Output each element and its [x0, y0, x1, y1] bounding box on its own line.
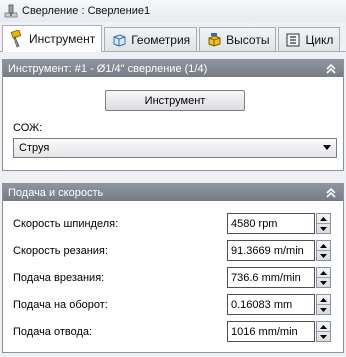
- tool-panel-title: Инструмент: #1 - Ø1/4" сверление (1/4): [8, 62, 208, 75]
- tab-heights[interactable]: Высоты: [199, 27, 277, 51]
- plunge-feed-row: Подача врезания: 736.6 mm/min: [13, 267, 335, 289]
- cutting-speed-row: Скорость резания: 91.3669 m/min: [13, 240, 335, 262]
- spin-down-icon[interactable]: [317, 332, 330, 341]
- collapse-double-chevron-icon[interactable]: [323, 61, 339, 77]
- plunge-feed-spinner[interactable]: [316, 267, 331, 288]
- tab-tool[interactable]: Инструмент: [2, 25, 103, 52]
- tab-bar: Инструмент Геометрия Высоты Цикл: [0, 24, 346, 52]
- cycle-list-icon: [286, 33, 300, 46]
- spindle-speed-input[interactable]: 4580 rpm: [227, 213, 315, 234]
- coolant-dropdown[interactable]: Струя: [13, 138, 337, 158]
- retract-feed-label: Подача отвода:: [13, 326, 93, 338]
- coolant-selected-value: Струя: [19, 142, 50, 154]
- spin-down-icon[interactable]: [317, 278, 330, 287]
- chevron-down-icon: [323, 145, 331, 150]
- spin-down-icon[interactable]: [317, 224, 330, 233]
- feed-panel-header[interactable]: Подача и скорость: [3, 184, 343, 201]
- drill-tool-icon: [10, 30, 22, 48]
- spin-up-icon[interactable]: [317, 268, 330, 278]
- feed-per-rev-row: Подача на оборот: 0.16083 mm: [13, 294, 335, 316]
- collapse-double-chevron-icon[interactable]: [323, 185, 339, 201]
- retract-feed-spinner[interactable]: [316, 321, 331, 342]
- geometry-cube-icon: [113, 33, 126, 47]
- heights-cube-icon: [208, 32, 221, 47]
- spin-down-icon[interactable]: [317, 305, 330, 314]
- feed-per-rev-spinner[interactable]: [316, 294, 331, 315]
- feed-panel-title: Подача и скорость: [8, 186, 104, 199]
- tab-heights-label: Высоты: [226, 32, 270, 47]
- retract-feed-input[interactable]: 1016 mm/min: [227, 321, 315, 342]
- cutting-speed-input[interactable]: 91.3669 m/min: [227, 240, 315, 261]
- feed-per-rev-input[interactable]: 0.16083 mm: [227, 294, 315, 315]
- tab-tool-label: Инструмент: [29, 32, 96, 46]
- window-title-bar: Сверление : Сверление1: [0, 0, 346, 22]
- spindle-speed-label: Скорость шпинделя:: [13, 218, 119, 230]
- spin-up-icon[interactable]: [317, 241, 330, 251]
- cutting-speed-spinner[interactable]: [316, 240, 331, 261]
- tool-panel: Инструмент: #1 - Ø1/4" сверление (1/4) И…: [2, 59, 344, 171]
- retract-feed-row: Подача отвода: 1016 mm/min: [13, 321, 335, 343]
- spin-up-icon[interactable]: [317, 295, 330, 305]
- tab-geometry-label: Геометрия: [131, 32, 191, 47]
- tab-cycle-label: Цикл: [305, 32, 334, 47]
- spindle-speed-row: Скорость шпинделя: 4580 rpm: [13, 213, 335, 235]
- tool-panel-header[interactable]: Инструмент: #1 - Ø1/4" сверление (1/4): [3, 60, 343, 77]
- plunge-feed-input[interactable]: 736.6 mm/min: [227, 267, 315, 288]
- tab-cycle[interactable]: Цикл: [278, 27, 341, 51]
- window-title: Сверление : Сверление1: [22, 5, 151, 17]
- coolant-label: СОЖ:: [13, 122, 43, 134]
- drill-operation-icon: [4, 4, 18, 18]
- spin-up-icon[interactable]: [317, 322, 330, 332]
- spin-up-icon[interactable]: [317, 214, 330, 224]
- spin-down-icon[interactable]: [317, 251, 330, 260]
- select-tool-button[interactable]: Инструмент: [105, 90, 245, 111]
- feed-per-rev-label: Подача на оборот:: [13, 299, 108, 311]
- cutting-speed-label: Скорость резания:: [13, 245, 108, 257]
- plunge-feed-label: Подача врезания:: [13, 272, 105, 284]
- tab-geometry[interactable]: Геометрия: [104, 27, 198, 51]
- spindle-speed-spinner[interactable]: [316, 213, 331, 234]
- feed-speed-panel: Подача и скорость Скорость шпинделя: 458…: [2, 183, 344, 353]
